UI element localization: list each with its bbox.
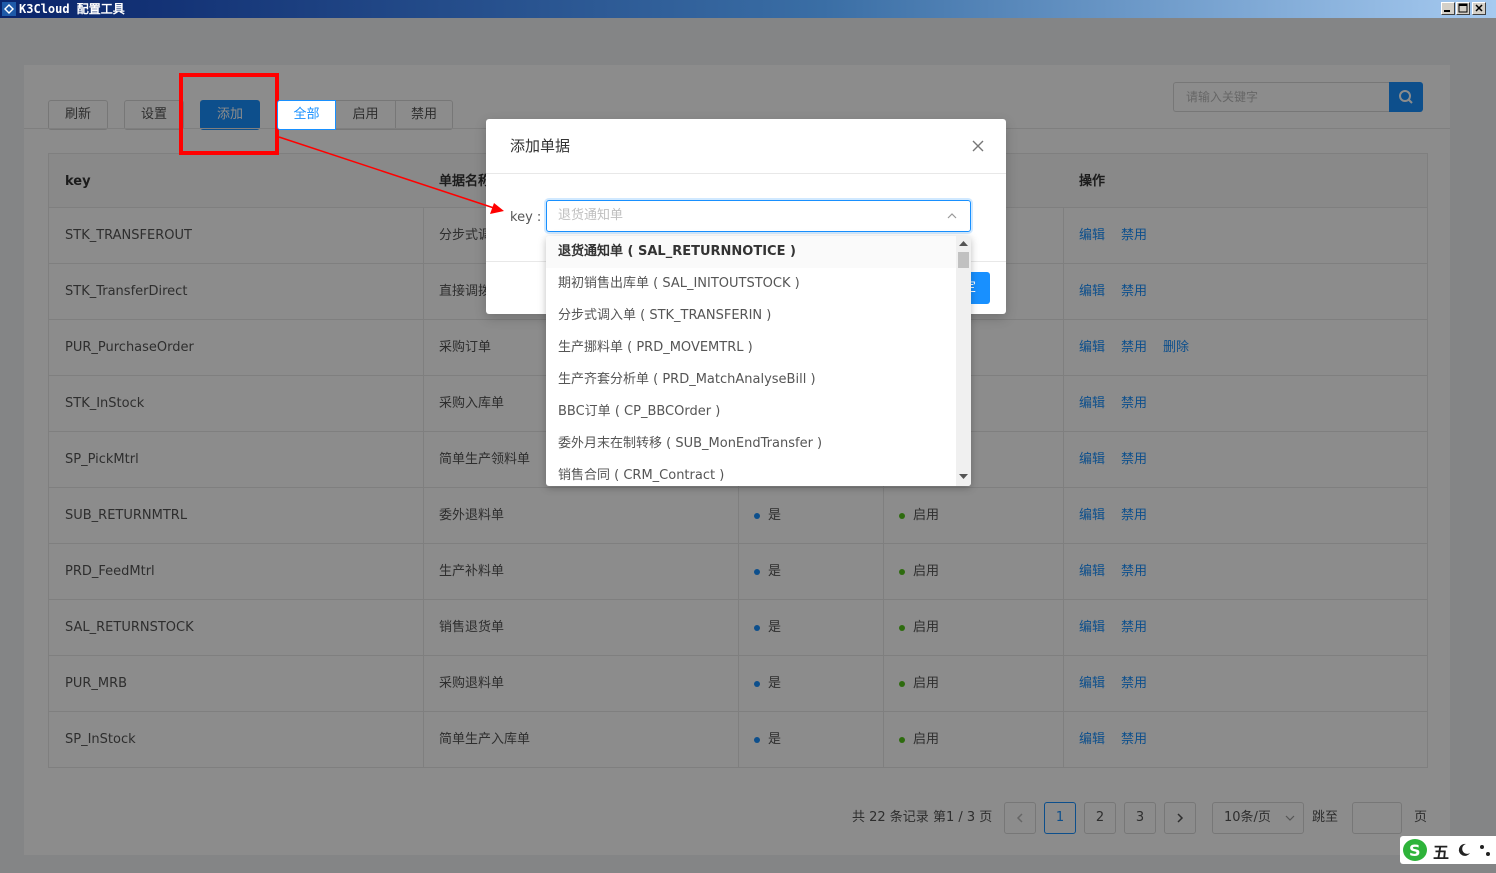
minimize-icon xyxy=(1444,10,1450,12)
svg-text:S: S xyxy=(1409,841,1421,860)
dropdown-option[interactable]: 销售合同 ( CRM_Contract ) xyxy=(546,460,956,486)
window-titlebar: K3Cloud 配置工具 xyxy=(0,0,1496,18)
modal-title: 添加单据 xyxy=(510,137,571,155)
filter-all-tab[interactable]: 全部 xyxy=(277,100,336,130)
key-select[interactable]: 退货通知单 xyxy=(546,200,971,232)
window-title: K3Cloud 配置工具 xyxy=(19,2,125,16)
dropdown-option[interactable]: 退货通知单 ( SAL_RETURNNOTICE ) xyxy=(546,236,956,268)
dropdown-option[interactable]: 生产齐套分析单 ( PRD_MatchAnalyseBill ) xyxy=(546,364,956,396)
maximize-icon xyxy=(1458,3,1468,13)
scroll-up-icon[interactable] xyxy=(959,240,968,246)
maximize-button[interactable] xyxy=(1456,2,1470,15)
punctuation-icon xyxy=(1480,845,1490,856)
dropdown-scrollbar[interactable] xyxy=(956,236,971,486)
close-window-button[interactable] xyxy=(1472,2,1486,15)
moon-icon xyxy=(1458,843,1470,856)
close-icon[interactable] xyxy=(970,138,986,154)
ime-toolbar[interactable]: S 五 xyxy=(1400,836,1496,864)
dropdown-option[interactable]: 生产挪料单 ( PRD_MOVEMTRL ) xyxy=(546,332,956,364)
dropdown-option[interactable]: 委外月末在制转移 ( SUB_MonEndTransfer ) xyxy=(546,428,956,460)
dropdown-option[interactable]: BBC订单 ( CP_BBCOrder ) xyxy=(546,396,956,428)
annotation-highlight-box xyxy=(179,73,279,155)
modal-header-divider xyxy=(486,173,1006,174)
close-icon xyxy=(1475,4,1483,12)
scrollbar-thumb[interactable] xyxy=(958,252,969,268)
ime-mode-label: 五 xyxy=(1433,843,1450,862)
app-icon xyxy=(2,2,16,16)
sogou-logo-icon: S xyxy=(1403,839,1427,861)
minimize-button[interactable] xyxy=(1441,2,1455,15)
key-label: key : xyxy=(510,210,542,225)
key-dropdown: 退货通知单 ( SAL_RETURNNOTICE ) 期初销售出库单 ( SAL… xyxy=(546,236,971,486)
chevron-up-icon xyxy=(947,213,957,219)
dropdown-option[interactable]: 分步式调入单 ( STK_TRANSFERIN ) xyxy=(546,300,956,332)
scroll-down-icon[interactable] xyxy=(959,474,968,480)
dropdown-option[interactable]: 期初销售出库单 ( SAL_INITOUTSTOCK ) xyxy=(546,268,956,300)
